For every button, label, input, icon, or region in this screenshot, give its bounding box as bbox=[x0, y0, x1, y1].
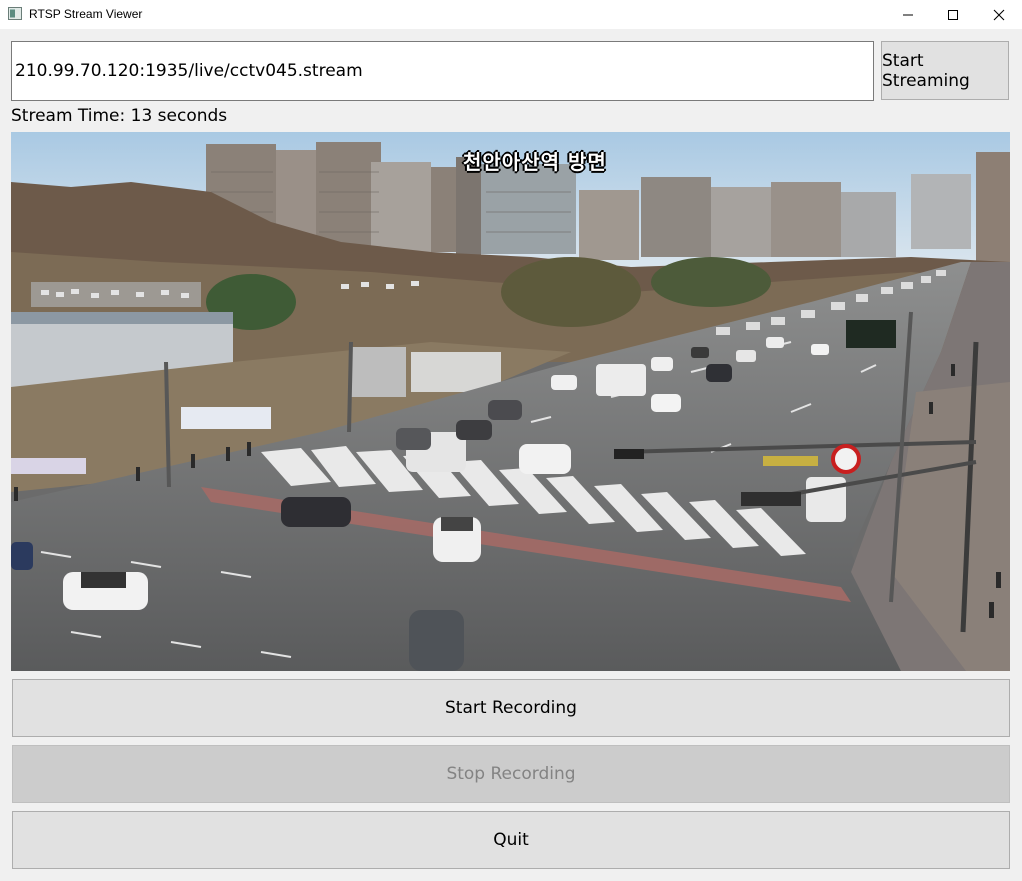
stream-url-input[interactable]: 210.99.70.120:1935/live/cctv045.stream bbox=[11, 41, 874, 101]
video-frame: 천안아산역 방면 bbox=[11, 132, 1010, 671]
stop-recording-button[interactable]: Stop Recording bbox=[12, 745, 1010, 803]
minimize-icon bbox=[903, 14, 913, 15]
quit-button[interactable]: Quit bbox=[12, 811, 1010, 869]
window-title: RTSP Stream Viewer bbox=[29, 7, 143, 21]
start-recording-button[interactable]: Start Recording bbox=[12, 679, 1010, 737]
stop-recording-label: Stop Recording bbox=[446, 764, 576, 784]
start-streaming-label: Start Streaming bbox=[882, 50, 970, 91]
camera-location-overlay: 천안아산역 방면 bbox=[463, 150, 607, 174]
cctv-scene bbox=[11, 132, 1010, 671]
maximize-button[interactable] bbox=[930, 0, 976, 29]
main-window: RTSP Stream Viewer 210.99.70.120:1935/li… bbox=[0, 0, 1022, 881]
start-recording-label: Start Recording bbox=[445, 698, 577, 718]
quit-label: Quit bbox=[493, 830, 529, 850]
close-icon bbox=[993, 9, 1005, 20]
maximize-icon bbox=[948, 9, 958, 20]
stream-url-text: 210.99.70.120:1935/live/cctv045.stream bbox=[15, 61, 363, 81]
close-button[interactable] bbox=[976, 0, 1022, 29]
start-streaming-button[interactable]: Start Streaming bbox=[881, 41, 1009, 100]
minimize-button[interactable] bbox=[885, 0, 931, 29]
title-bar: RTSP Stream Viewer bbox=[0, 0, 1022, 29]
app-window-icon bbox=[8, 7, 22, 20]
stream-time-label: Stream Time: 13 seconds bbox=[11, 106, 228, 126]
